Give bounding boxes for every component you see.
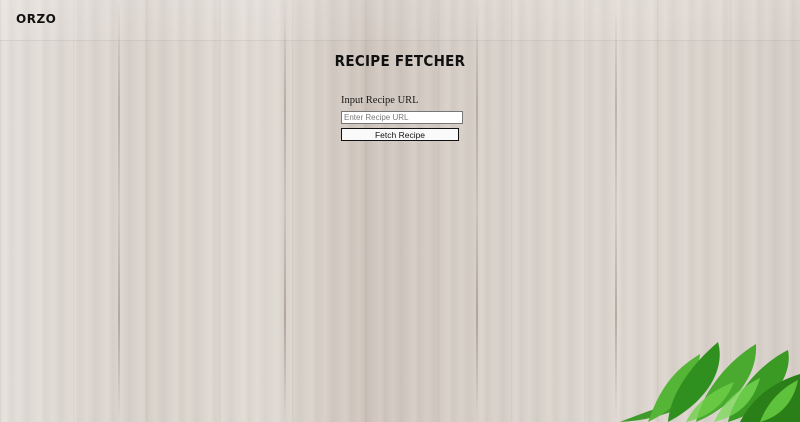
recipe-url-label: Input Recipe URL	[341, 95, 419, 106]
page-title: RECIPE FETCHER	[334, 52, 466, 70]
leaves-icon	[620, 342, 800, 422]
wood-grain-line	[284, 0, 286, 422]
fetch-recipe-button[interactable]: Fetch Recipe	[341, 128, 459, 141]
wood-grain-line	[118, 0, 120, 422]
site-logo[interactable]: ORZO	[16, 12, 56, 26]
recipe-url-input[interactable]	[341, 111, 463, 124]
top-navbar: ORZO	[0, 0, 800, 41]
